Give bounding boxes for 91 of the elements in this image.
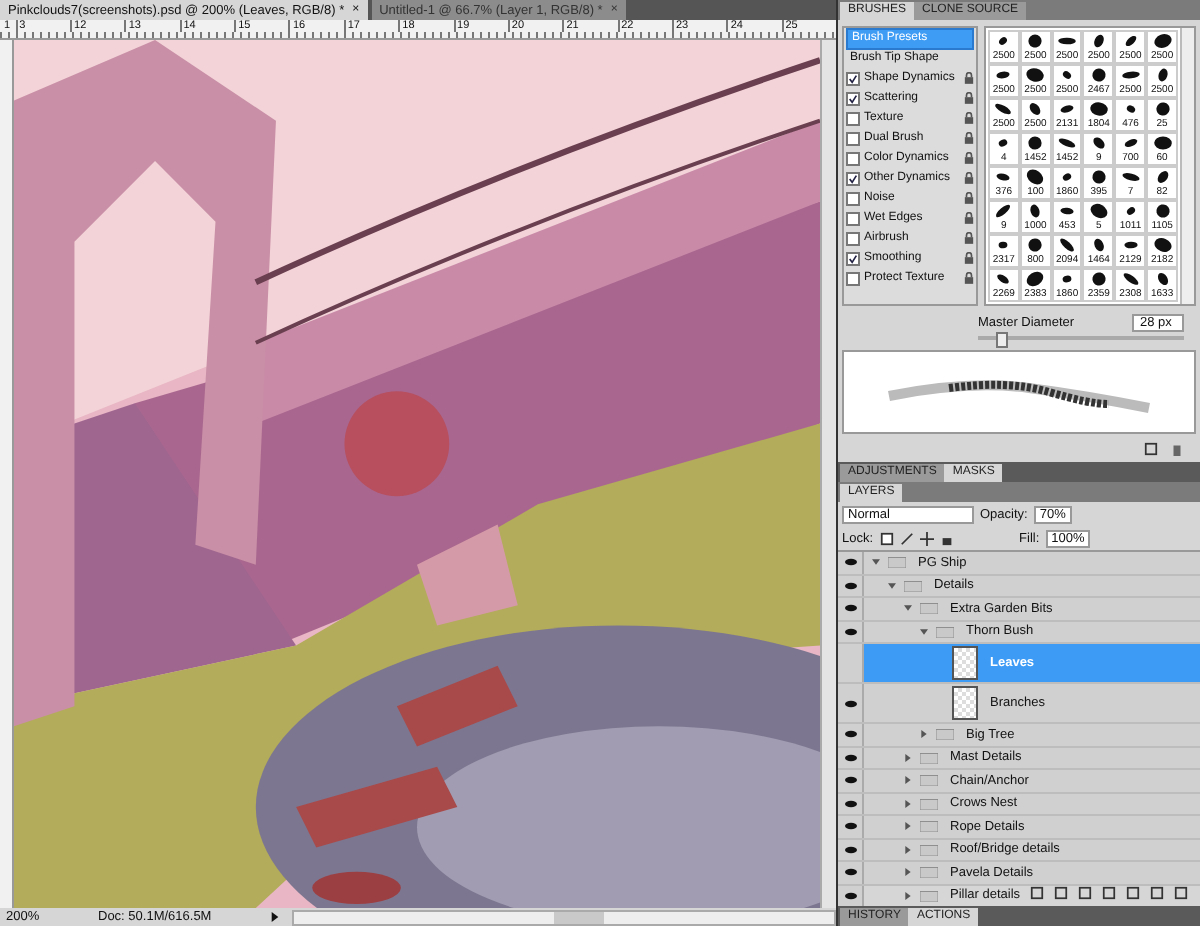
checkbox[interactable] xyxy=(846,251,860,265)
brush-tip-icon xyxy=(1087,134,1110,152)
brush-tip-icon xyxy=(992,168,1015,186)
brush-tip-icon xyxy=(1056,236,1079,254)
layer-thumbnail xyxy=(952,686,978,720)
lock-icon[interactable] xyxy=(964,92,974,104)
checkbox[interactable] xyxy=(846,191,860,205)
expand-arrow-icon[interactable] xyxy=(904,891,912,900)
expand-arrow-icon[interactable] xyxy=(904,799,912,808)
checkbox[interactable] xyxy=(846,91,860,105)
eye-icon[interactable] xyxy=(843,699,857,707)
brush-tip-icon xyxy=(1151,202,1174,220)
eye-icon[interactable] xyxy=(843,581,857,590)
brush-tip-icon xyxy=(1119,168,1142,186)
new-preset-icon[interactable] xyxy=(1144,442,1158,456)
brush-tip-icon xyxy=(1087,270,1110,288)
vertical-scrollbar[interactable] xyxy=(820,40,836,908)
eye-icon[interactable] xyxy=(843,822,857,831)
brush-tip-icon xyxy=(1056,32,1079,50)
brush-tip-icon xyxy=(1119,134,1142,152)
brush-tip-icon xyxy=(1151,32,1174,50)
checkbox[interactable] xyxy=(846,71,860,85)
checkbox[interactable] xyxy=(846,171,860,185)
lock-icon[interactable] xyxy=(964,152,974,164)
checkbox[interactable] xyxy=(846,151,860,165)
move-icon[interactable] xyxy=(919,531,934,545)
horizontal-scrollbar[interactable] xyxy=(292,909,836,925)
brush-tip-icon xyxy=(1119,270,1142,288)
eye-icon[interactable] xyxy=(843,891,857,900)
checkbox[interactable] xyxy=(846,231,860,245)
eye-icon[interactable] xyxy=(843,730,857,739)
brush-tip-icon xyxy=(1024,168,1047,186)
expand-arrow-icon[interactable] xyxy=(904,868,912,877)
eye-icon[interactable] xyxy=(843,558,857,567)
eye-icon[interactable] xyxy=(843,627,857,636)
brush-tip-icon xyxy=(1151,134,1174,152)
brush-tip-icon xyxy=(1119,236,1142,254)
brush-tip-icon xyxy=(1087,100,1110,118)
brush-tip-icon xyxy=(992,270,1015,288)
lock-icon[interactable] xyxy=(964,252,974,264)
checkbox[interactable] xyxy=(846,131,860,145)
brush-tip-icon xyxy=(992,100,1015,118)
lock-icon[interactable] xyxy=(964,172,974,184)
lock-icon[interactable] xyxy=(964,112,974,124)
checkbox[interactable] xyxy=(846,271,860,285)
brush-tip-icon xyxy=(1024,134,1047,152)
expand-arrow-icon[interactable] xyxy=(920,627,928,636)
expand-arrow-icon[interactable] xyxy=(904,845,912,854)
slider-thumb[interactable] xyxy=(996,332,1009,348)
brush-icon[interactable] xyxy=(899,531,914,545)
eye-icon[interactable] xyxy=(843,799,857,808)
layer-thumbnail xyxy=(952,646,978,680)
brush-tip-icon xyxy=(992,66,1015,84)
eye-icon[interactable] xyxy=(843,776,857,785)
brush-tip-icon xyxy=(1056,134,1079,152)
brush-tip-icon xyxy=(1151,236,1174,254)
brush-tip-icon xyxy=(1024,32,1047,50)
scrollbar[interactable] xyxy=(1180,28,1194,304)
brush-tip-icon xyxy=(1151,100,1174,118)
expand-arrow-icon[interactable] xyxy=(888,581,896,590)
lock-icon[interactable] xyxy=(964,192,974,204)
eye-icon[interactable] xyxy=(843,753,857,762)
expand-arrow-icon[interactable] xyxy=(904,776,912,785)
expand-arrow-icon[interactable] xyxy=(904,604,912,613)
trash-icon[interactable] xyxy=(1170,442,1184,456)
brush-tip-icon xyxy=(1056,100,1079,118)
eye-icon[interactable] xyxy=(843,868,857,877)
expand-arrow-icon[interactable] xyxy=(904,753,912,762)
expand-arrow-icon[interactable] xyxy=(904,822,912,831)
checkbox[interactable] xyxy=(846,211,860,225)
lock-icon[interactable] xyxy=(964,272,974,284)
brush-tip-icon xyxy=(1024,270,1047,288)
eye-icon[interactable] xyxy=(843,845,857,854)
brush-tip-icon xyxy=(1024,236,1047,254)
brush-tip-icon xyxy=(1087,168,1110,186)
lock-icon[interactable] xyxy=(964,132,974,144)
brush-tip-icon xyxy=(1087,202,1110,220)
menu-arrow-icon[interactable] xyxy=(270,912,280,922)
lock-icon[interactable] xyxy=(964,72,974,84)
expand-arrow-icon[interactable] xyxy=(872,558,880,567)
brush-tip-icon xyxy=(1087,66,1110,84)
lock-transparency-icon[interactable] xyxy=(879,531,894,545)
lock-icon[interactable] xyxy=(964,212,974,224)
expand-arrow-icon[interactable] xyxy=(920,730,928,739)
lock-icon[interactable] xyxy=(964,232,974,244)
eye-icon[interactable] xyxy=(843,604,857,613)
brush-tip-icon xyxy=(992,202,1015,220)
brush-tip-icon xyxy=(1119,66,1142,84)
checkbox[interactable] xyxy=(846,111,860,125)
brush-tip-icon xyxy=(1056,202,1079,220)
brush-tip-icon xyxy=(1024,66,1047,84)
